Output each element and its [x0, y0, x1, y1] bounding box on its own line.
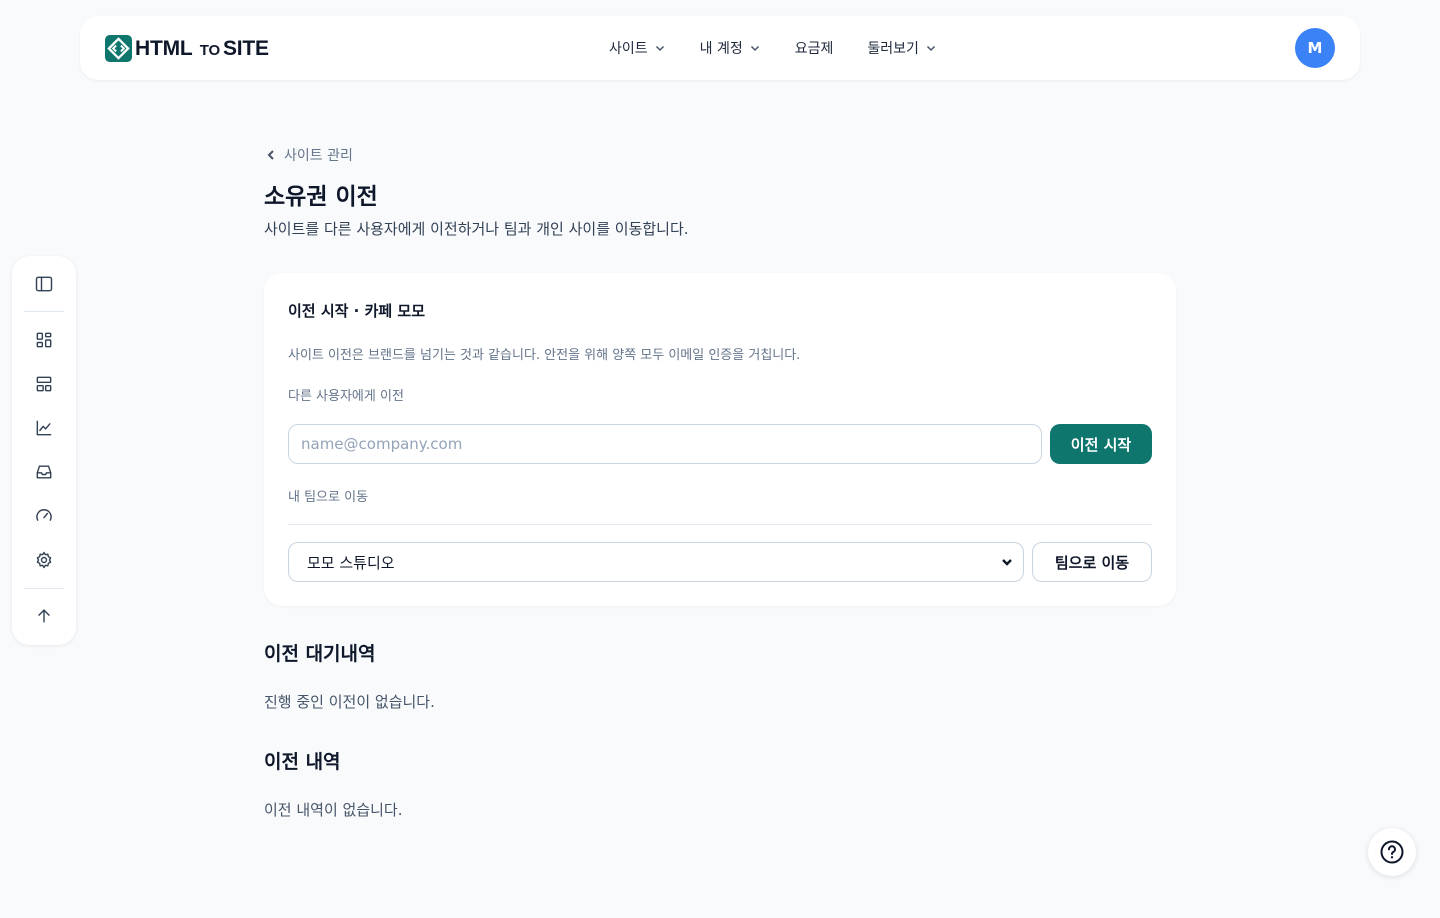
transfer-card: 이전 시작 · 카페 모모 사이트 이전은 브랜드를 넘기는 것과 같습니다. … [264, 273, 1176, 606]
team-select[interactable]: 모모 스튜디오 [288, 542, 1024, 582]
card-divider [288, 524, 1152, 525]
rail-divider [24, 588, 64, 589]
settings-icon [36, 551, 52, 569]
chevron-left-icon [267, 150, 274, 160]
sidebar-toggle-button[interactable] [32, 272, 56, 296]
chevron-down-icon [926, 45, 935, 52]
top-navbar: HTML TO SITE 사이트 내 계정 요금제 둘러보기 M [80, 16, 1360, 80]
rail-scroll-top-button[interactable] [32, 604, 56, 628]
start-transfer-button[interactable]: 이전 시작 [1050, 424, 1152, 464]
rail-divider [24, 311, 64, 312]
chevron-down-icon [750, 45, 759, 52]
logo-icon [105, 35, 132, 62]
help-button[interactable] [1368, 828, 1416, 876]
dashboard-icon [36, 332, 52, 348]
card-description: 사이트 이전은 브랜드를 넘기는 것과 같습니다. 안전을 위해 양쪽 모두 이… [288, 348, 801, 363]
inbox-icon [36, 465, 52, 479]
chevron-down-icon [655, 45, 664, 52]
main-nav: 사이트 내 계정 요금제 둘러보기 [609, 16, 937, 80]
sidebar-toggle-icon [35, 276, 53, 292]
rail-dashboard-button[interactable] [32, 328, 56, 352]
user-avatar[interactable]: M [1295, 28, 1335, 68]
transfer-history-heading: 이전 내역 [264, 751, 341, 773]
left-rail [12, 256, 76, 645]
card-title: 이전 시작 · 카페 모모 [288, 302, 425, 320]
logo-text: HTML TO SITE [135, 36, 269, 60]
team-select-value: 모모 스튜디오 [307, 553, 395, 572]
recipient-email-input[interactable] [288, 424, 1042, 464]
layout-icon [36, 376, 52, 392]
rail-inbox-button[interactable] [32, 460, 56, 484]
chevron-down-icon [1002, 559, 1012, 566]
move-team-label: 내 팀으로 이동 [288, 490, 369, 505]
nav-item-pricing[interactable]: 요금제 [795, 38, 834, 58]
transfer-history-empty: 이전 내역이 없습니다. [264, 801, 403, 819]
rail-analytics-button[interactable] [32, 416, 56, 440]
rail-layout-button[interactable] [32, 372, 56, 396]
brand-logo[interactable]: HTML TO SITE [105, 35, 269, 62]
nav-item-explore[interactable]: 둘러보기 [867, 38, 937, 58]
gauge-icon [36, 509, 52, 521]
move-to-team-button[interactable]: 팀으로 이동 [1032, 542, 1152, 582]
transfer-user-label: 다른 사용자에게 이전 [288, 389, 404, 404]
page-title: 소유권 이전 [264, 184, 378, 210]
page-subtitle: 사이트를 다른 사용자에게 이전하거나 팀과 개인 사이를 이동합니다. [264, 220, 689, 238]
breadcrumb-back-link[interactable]: 사이트 관리 [264, 145, 353, 165]
nav-item-sites[interactable]: 사이트 [609, 38, 666, 58]
arrow-up-icon [38, 609, 50, 623]
help-icon [1380, 840, 1404, 864]
nav-item-account[interactable]: 내 계정 [700, 38, 761, 58]
pending-transfers-empty: 진행 중인 이전이 없습니다. [264, 693, 435, 711]
rail-speed-button[interactable] [32, 504, 56, 528]
pending-transfers-heading: 이전 대기내역 [264, 643, 376, 665]
rail-settings-button[interactable] [32, 548, 56, 572]
chart-icon [36, 420, 52, 436]
